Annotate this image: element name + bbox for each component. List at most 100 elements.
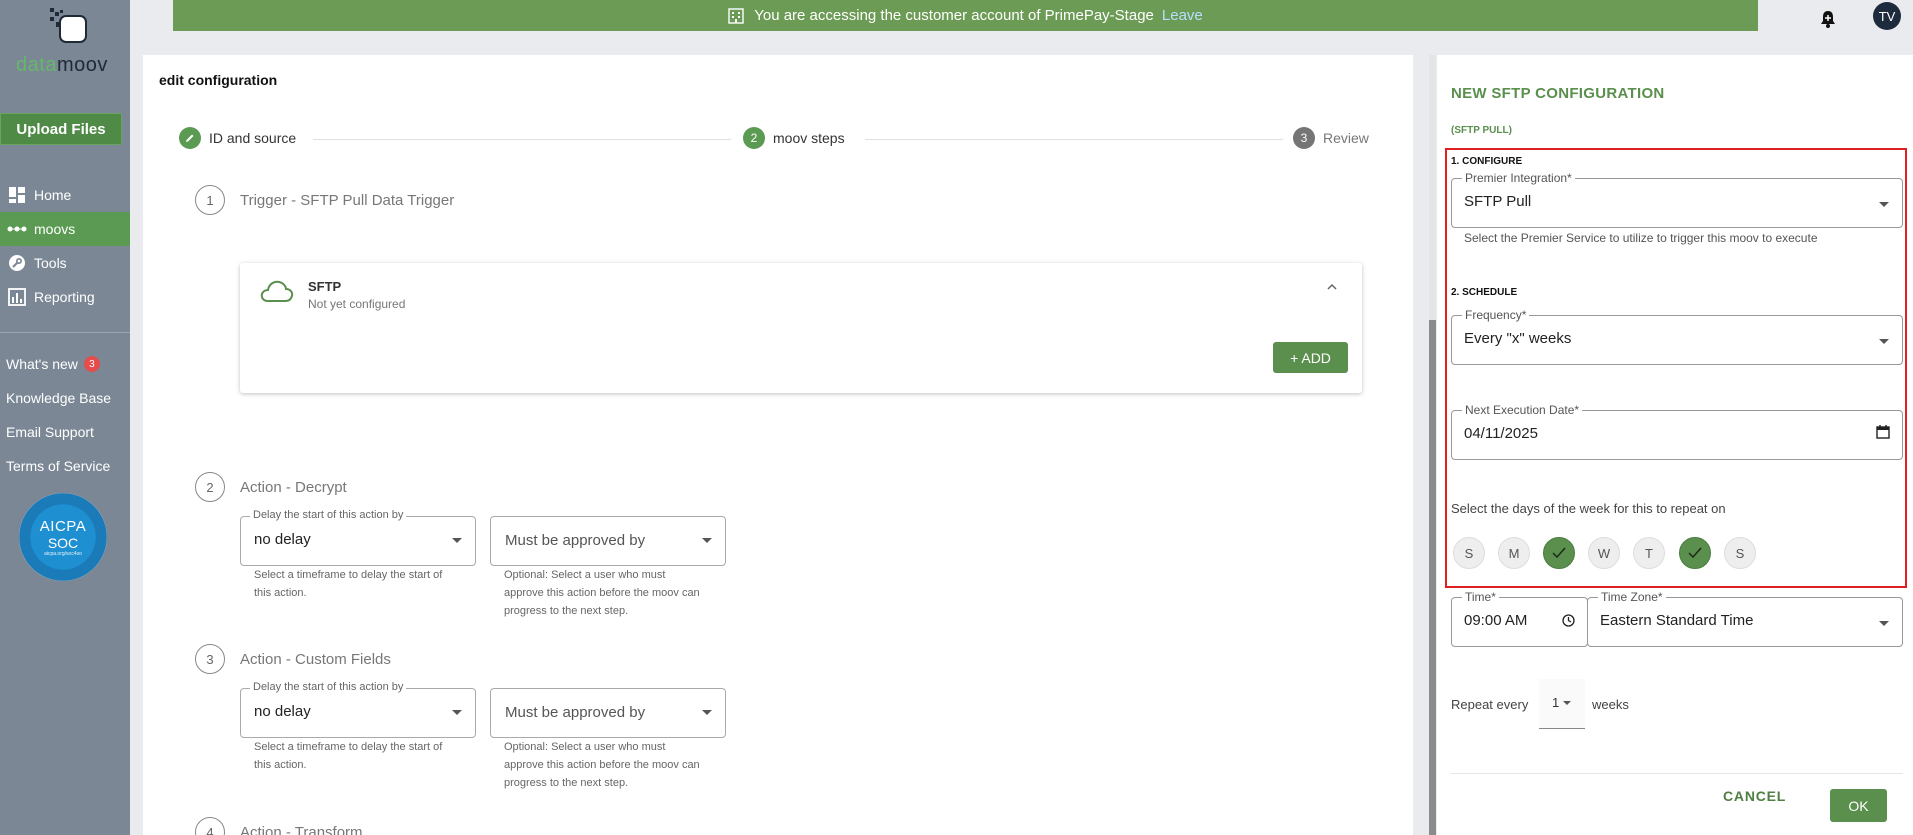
link-knowledge-base[interactable]: Knowledge Base: [0, 381, 130, 415]
sidebar: datamoov Upload Files Home moovs Tools R…: [0, 0, 130, 835]
field-label: Delay the start of this action by: [250, 681, 407, 693]
field-placeholder: Must be approved by: [505, 532, 646, 549]
nav-label: Home: [34, 187, 72, 203]
configure-heading: 1. CONFIGURE: [1451, 156, 1523, 167]
day-toggle-thursday[interactable]: T: [1633, 537, 1665, 569]
delay-select-decrypt[interactable]: Delay the start of this action by no del…: [240, 509, 476, 566]
chevron-up-icon[interactable]: [1326, 281, 1338, 293]
repeat-prefix: Repeat every: [1451, 697, 1529, 712]
next-execution-date-input[interactable]: Next Execution Date* 04/11/2025: [1451, 403, 1903, 460]
approver-select-custom-fields[interactable]: Must be approved by: [490, 688, 726, 738]
link-label: Email Support: [6, 424, 94, 440]
add-sftp-button[interactable]: + ADD: [1273, 342, 1348, 373]
nav-item-home[interactable]: Home: [0, 178, 130, 212]
repeat-suffix: weeks: [1592, 697, 1629, 712]
moovs-dots-icon: [6, 225, 28, 233]
aicpa-soc-seal: AICPA SOC aicpa.org/soc4so: [19, 493, 107, 581]
field-value: Eastern Standard Time: [1600, 612, 1754, 629]
whats-new-badge: 3: [83, 356, 100, 372]
panel-scrollbar[interactable]: [1429, 55, 1436, 835]
seal-line3: aicpa.org/soc4so: [44, 550, 82, 557]
scrollbar-thumb[interactable]: [1429, 320, 1436, 835]
section-number: 3: [195, 644, 225, 674]
datamoov-logo[interactable]: datamoov: [8, 2, 126, 77]
logo-mark-icon: [50, 8, 87, 43]
frequency-select[interactable]: Frequency* Every "x" weeks: [1451, 308, 1903, 365]
nav-item-tools[interactable]: Tools: [0, 246, 130, 280]
repeat-interval-select[interactable]: 1: [1539, 679, 1585, 729]
link-label: Terms of Service: [6, 458, 111, 474]
cancel-button[interactable]: CANCEL: [1723, 788, 1786, 804]
home-grid-icon: [6, 186, 28, 204]
secondary-nav: What's new 3 Knowledge Base Email Suppor…: [0, 347, 130, 483]
premier-integration-select[interactable]: Premier Integration* SFTP Pull: [1451, 171, 1903, 228]
nav-label: moovs: [34, 221, 76, 237]
dropdown-arrow-icon: [452, 710, 462, 715]
field-label: Time*: [1462, 590, 1499, 604]
day-letter: T: [1645, 545, 1653, 561]
panel-divider: [1451, 773, 1903, 774]
user-avatar[interactable]: TV: [1873, 2, 1901, 30]
wrench-icon: [6, 254, 28, 272]
sftp-status: Not yet configured: [308, 297, 406, 311]
step-review[interactable]: 3 Review: [1293, 127, 1369, 149]
chart-icon: [6, 288, 28, 306]
section-title: Trigger - SFTP Pull Data Trigger: [240, 192, 455, 209]
nav-item-moovs[interactable]: moovs: [0, 212, 130, 246]
logo-wordmark: datamoov: [16, 54, 108, 77]
calendar-icon[interactable]: [1876, 425, 1890, 439]
field-label: Delay the start of this action by: [250, 509, 407, 521]
step-moov-steps[interactable]: 2 moov steps: [743, 127, 845, 149]
time-input[interactable]: Time* 09:00 AM: [1451, 590, 1588, 647]
day-letter: S: [1735, 545, 1745, 561]
sftp-trigger-card: SFTP Not yet configured + ADD: [240, 263, 1362, 393]
dropdown-arrow-icon: [702, 538, 712, 543]
day-toggle-tuesday[interactable]: [1543, 537, 1575, 569]
nav-item-reporting[interactable]: Reporting: [0, 280, 130, 314]
panel-subtitle: (SFTP PULL): [1451, 125, 1512, 136]
section-number: 4: [195, 817, 225, 835]
delay-select-custom-fields[interactable]: Delay the start of this action by no del…: [240, 681, 476, 738]
link-terms-of-service[interactable]: Terms of Service: [0, 449, 130, 483]
schedule-heading: 2. SCHEDULE: [1451, 287, 1518, 298]
step-number: 3: [1293, 127, 1315, 149]
field-placeholder: Must be approved by: [505, 704, 646, 721]
approver-select-decrypt[interactable]: Must be approved by: [490, 516, 726, 566]
delay-helper: Select a timeframe to delay the start of…: [254, 741, 443, 771]
dropdown-arrow-icon: [1879, 339, 1889, 344]
approver-helper: Optional: Select a user who must approve…: [504, 569, 700, 617]
day-toggle-friday[interactable]: [1679, 537, 1711, 569]
field-value: SFTP Pull: [1464, 193, 1532, 210]
sftp-config-panel: NEW SFTP CONFIGURATION (SFTP PULL) 1. CO…: [1437, 55, 1913, 835]
leave-link[interactable]: Leave: [1162, 7, 1203, 24]
ok-button[interactable]: OK: [1830, 789, 1887, 822]
day-toggle-monday[interactable]: M: [1498, 537, 1530, 569]
field-value: no delay: [254, 703, 311, 720]
building-icon: [728, 7, 744, 24]
dropdown-arrow-icon: [1879, 202, 1889, 207]
step-id-and-source[interactable]: ID and source: [179, 127, 296, 149]
main-content: edit configuration ID and source 2 moov …: [143, 55, 1413, 835]
upload-files-button[interactable]: Upload Files: [0, 113, 122, 145]
day-letter: M: [1508, 545, 1520, 561]
field-label: Next Execution Date*: [1462, 403, 1583, 417]
link-email-support[interactable]: Email Support: [0, 415, 130, 449]
link-whats-new[interactable]: What's new 3: [0, 347, 130, 381]
clock-icon[interactable]: [1562, 614, 1575, 627]
time-zone-select[interactable]: Time Zone* Eastern Standard Time: [1587, 590, 1903, 647]
day-toggle-sunday[interactable]: S: [1453, 537, 1485, 569]
section-title: Action - Decrypt: [240, 479, 347, 496]
day-toggle-saturday[interactable]: S: [1724, 537, 1756, 569]
link-label: What's new: [6, 356, 78, 372]
field-value: no delay: [254, 531, 311, 548]
edit-pencil-icon: [179, 127, 201, 149]
field-label: Time Zone*: [1598, 590, 1666, 604]
day-letter: S: [1464, 545, 1474, 561]
notification-bell-icon[interactable]: [1818, 9, 1838, 29]
day-toggle-wednesday[interactable]: W: [1588, 537, 1620, 569]
field-label: Premier Integration*: [1462, 171, 1575, 185]
dropdown-arrow-icon: [1879, 621, 1889, 626]
step-label: moov steps: [773, 130, 845, 146]
sftp-name: SFTP: [308, 279, 342, 294]
step-number: 2: [743, 127, 765, 149]
